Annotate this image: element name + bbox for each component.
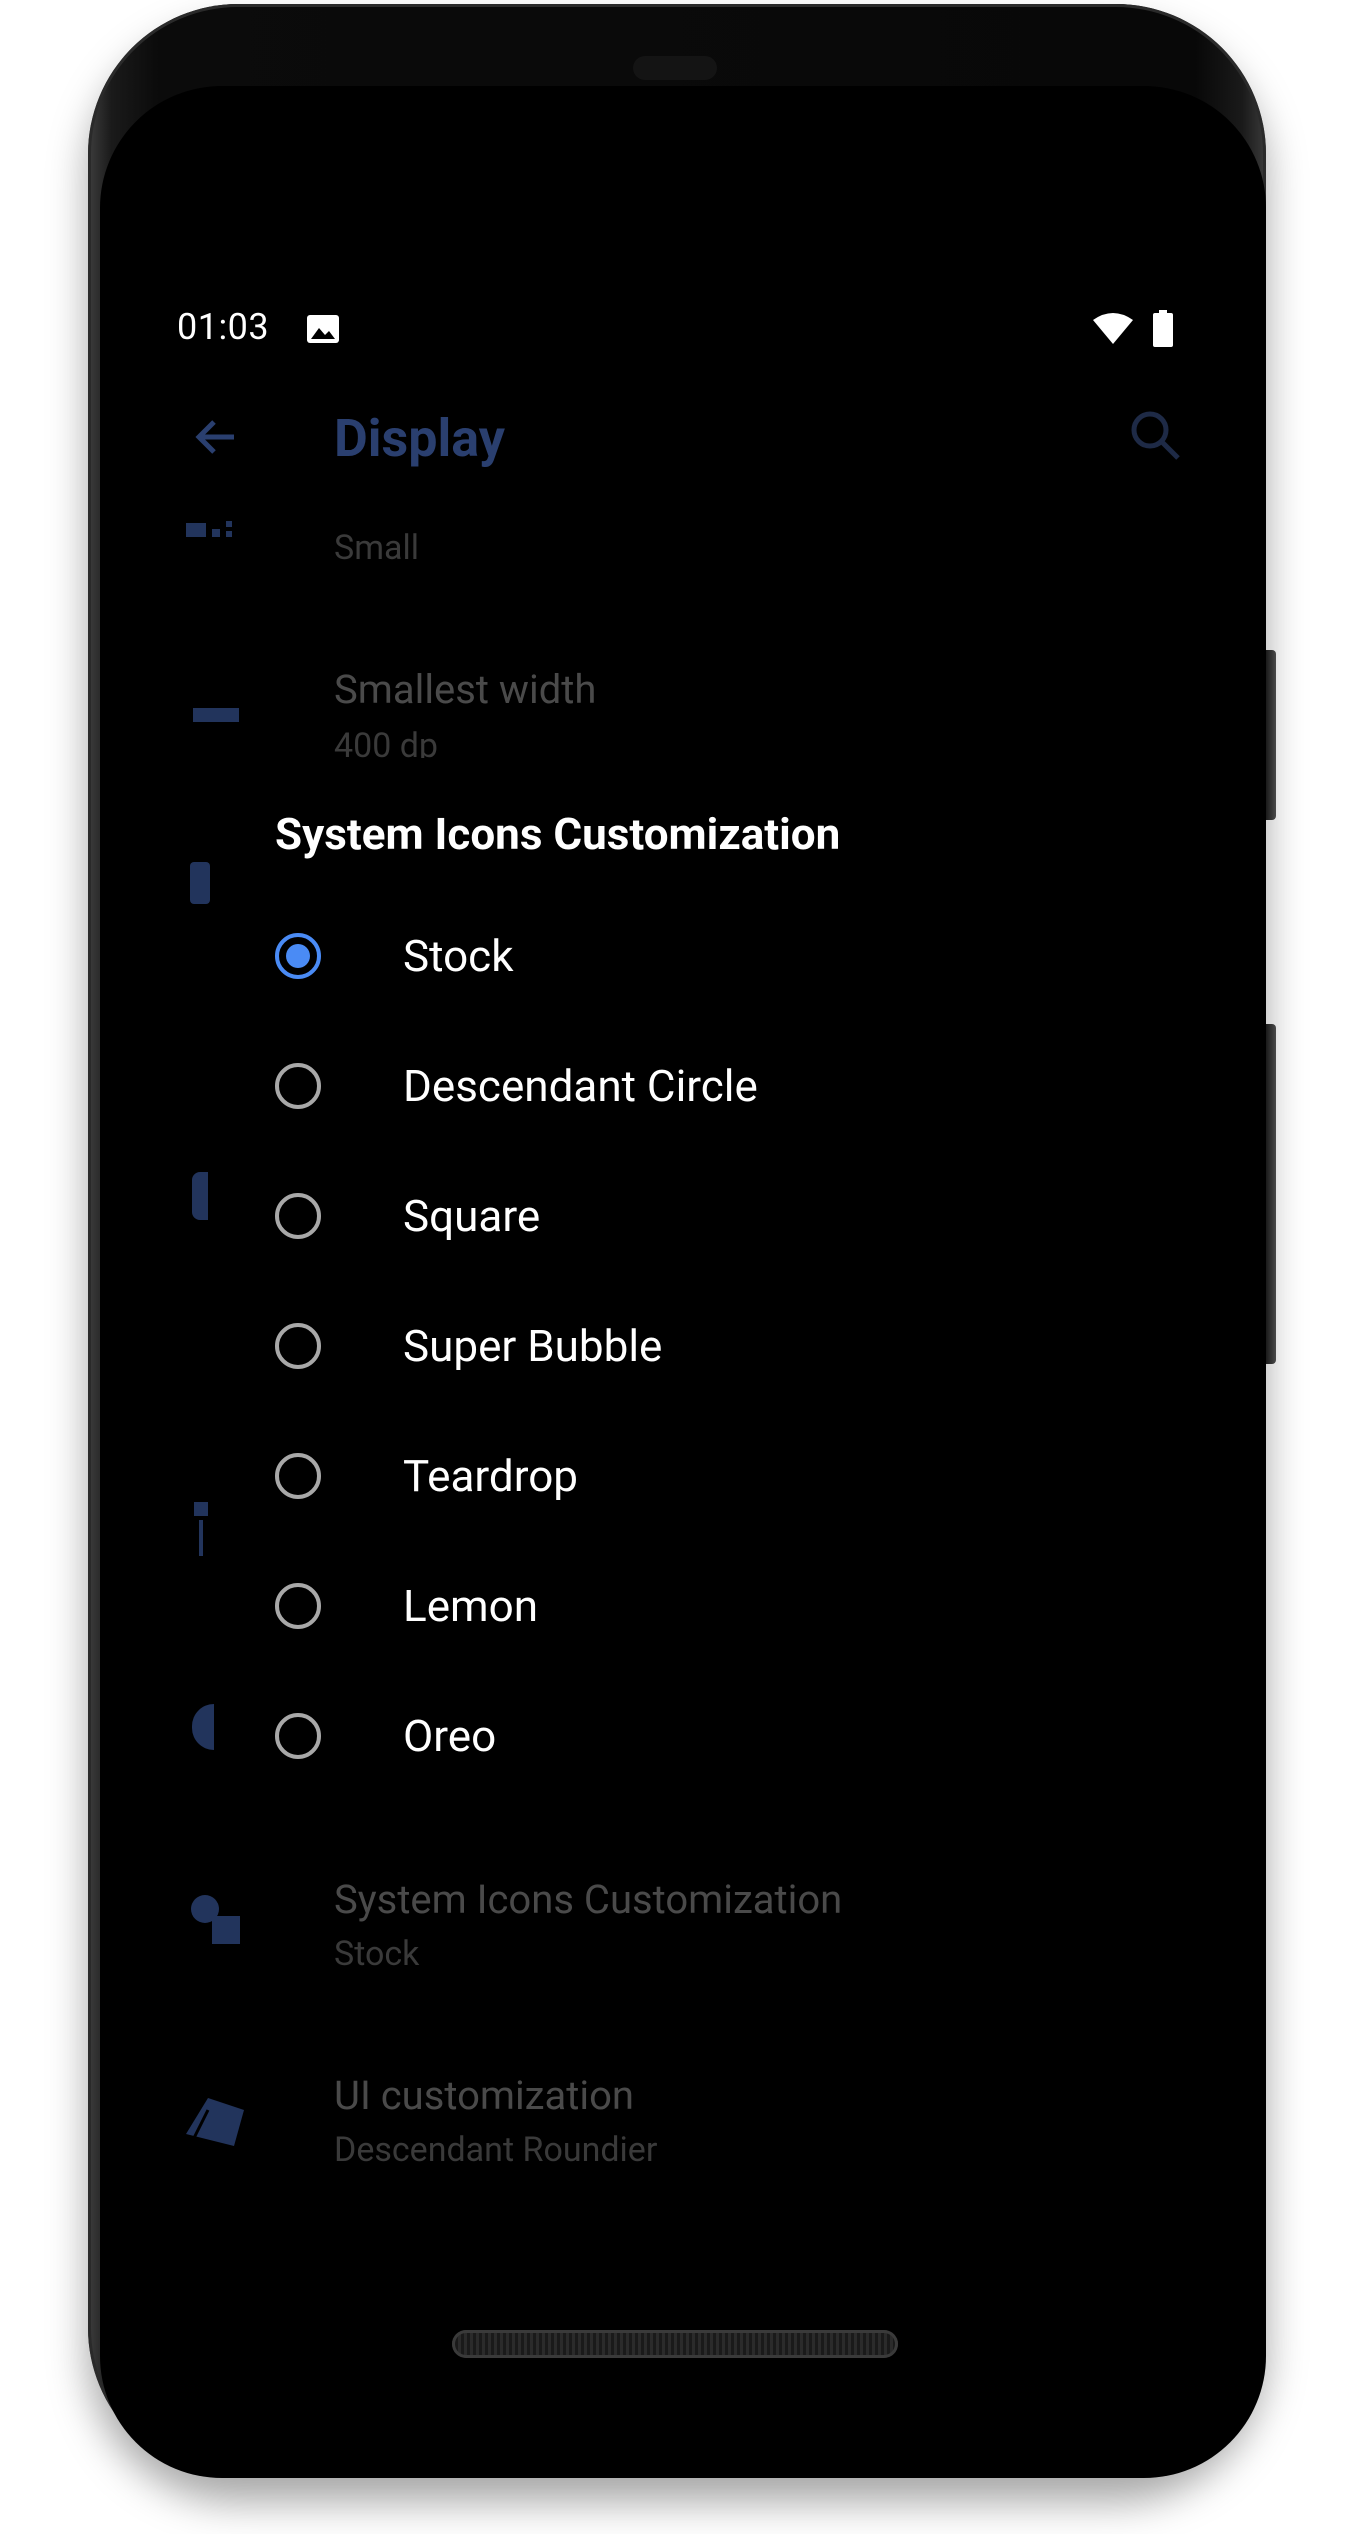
smallest-width-value-clip: 400 dp: [334, 722, 834, 758]
radio-teardrop[interactable]: [275, 1453, 321, 1499]
option-label: Descendant Circle: [403, 1060, 758, 1112]
search-icon[interactable]: [1128, 408, 1184, 464]
option-label: Lemon: [403, 1580, 539, 1632]
radio-descendant-circle[interactable]: [275, 1063, 321, 1109]
option-label: Square: [403, 1190, 541, 1242]
option-label: Stock: [403, 930, 514, 982]
display-size-icon: [186, 515, 246, 541]
battery-icon: [1152, 310, 1174, 348]
radio-square[interactable]: [275, 1193, 321, 1239]
status-time: 01:03: [177, 306, 270, 348]
bottom-speaker: [452, 2330, 898, 2358]
display-size-value: Small: [334, 528, 420, 568]
radio-stock-selected[interactable]: [275, 933, 321, 979]
option-square[interactable]: Square: [275, 1156, 1175, 1276]
smallest-width-title: Smallest width: [334, 666, 597, 713]
screen: [100, 86, 1266, 2478]
image-icon: [306, 314, 340, 344]
ui-customization-icon: [182, 2090, 248, 2148]
partial-icon-1: [190, 862, 210, 904]
power-button: [1266, 650, 1276, 820]
option-label: Oreo: [403, 1710, 497, 1762]
dialog-title: System Icons Customization: [275, 808, 841, 860]
shapes-icon: [190, 1894, 242, 1946]
option-teardrop[interactable]: Teardrop: [275, 1416, 1175, 1536]
option-lemon[interactable]: Lemon: [275, 1546, 1175, 1666]
radio-oreo[interactable]: [275, 1713, 321, 1759]
earpiece: [633, 56, 717, 80]
smallest-width-value: 400 dp: [334, 726, 439, 758]
system-icons-setting-value: Stock: [334, 1934, 420, 1974]
partial-icon-2: [192, 1172, 208, 1220]
option-label: Teardrop: [403, 1450, 578, 1502]
width-icon: [193, 708, 239, 722]
option-oreo[interactable]: Oreo: [275, 1676, 1175, 1796]
option-label: Super Bubble: [403, 1320, 663, 1372]
radio-lemon[interactable]: [275, 1583, 321, 1629]
back-arrow-icon[interactable]: [190, 412, 240, 462]
option-super-bubble[interactable]: Super Bubble: [275, 1286, 1175, 1406]
radio-super-bubble[interactable]: [275, 1323, 321, 1369]
system-icons-setting-title: System Icons Customization: [334, 1876, 843, 1923]
option-descendant-circle[interactable]: Descendant Circle: [275, 1026, 1175, 1146]
volume-button: [1266, 1024, 1276, 1364]
ui-customization-title: UI customization: [334, 2072, 634, 2119]
ui-customization-value: Descendant Roundier: [334, 2130, 658, 2170]
wifi-icon: [1093, 312, 1133, 346]
partial-icon-3: [194, 1502, 208, 1556]
option-stock[interactable]: Stock: [275, 896, 1175, 1016]
page-title: Display: [334, 408, 505, 469]
